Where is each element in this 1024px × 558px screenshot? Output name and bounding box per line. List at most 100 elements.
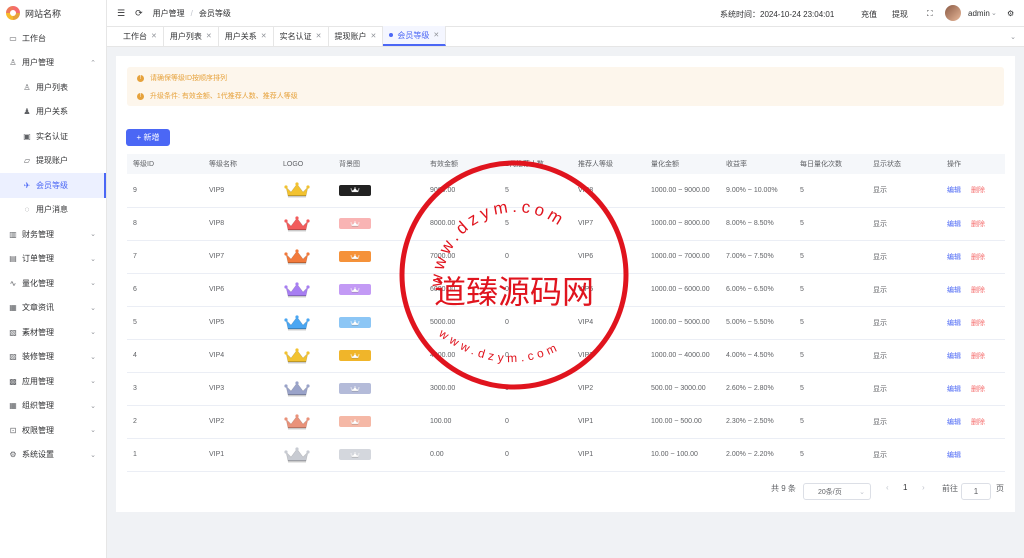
recharge-link[interactable]: 充值 <box>861 9 877 20</box>
sidebar-item[interactable]: ▣ 实名认证 <box>0 124 106 149</box>
sidebar-item[interactable]: ▱ 提现账户 <box>0 149 106 174</box>
sidebar-item[interactable]: ◌ 用户消息 <box>0 198 106 223</box>
prev-page-icon[interactable]: ‹ <box>886 483 889 492</box>
chevron-down-icon[interactable]: ⌄ <box>1010 33 1016 41</box>
edit-link[interactable]: 编辑 <box>947 419 961 426</box>
brand[interactable]: 网站名称 <box>0 0 106 26</box>
table-cell: 3000.00 <box>424 372 499 406</box>
fullscreen-icon[interactable]: ⛶ <box>927 9 933 19</box>
table-cell: 8000.00 <box>424 207 499 241</box>
sidebar-item[interactable]: ⚙ 系统设置 ⌄ <box>0 443 106 468</box>
table-cell: 0 <box>499 405 572 439</box>
actions-cell: 编辑 删除 <box>941 273 1005 307</box>
close-icon[interactable]: ✕ <box>316 32 322 40</box>
crown-logo <box>350 385 360 392</box>
page-size-select[interactable]: 20条/页 ⌄ <box>803 483 871 500</box>
add-button[interactable]: + 新增 <box>126 129 170 146</box>
news-icon: ▦ <box>9 303 17 313</box>
next-page-icon[interactable]: › <box>922 483 925 492</box>
chevron-up-icon: ⌃ <box>90 59 96 67</box>
crown-logo <box>350 187 360 193</box>
table-cell: VIP3 <box>572 339 645 373</box>
sidebar-item[interactable]: ▧ 素材管理 ⌄ <box>0 320 106 345</box>
page-number[interactable]: 1 <box>903 483 907 492</box>
close-icon[interactable]: ✕ <box>151 32 157 40</box>
sidebar-item[interactable]: ∿ 量化管理 ⌄ <box>0 271 106 296</box>
background-cell <box>333 207 424 241</box>
column-header: 每日量化次数 <box>794 154 867 174</box>
edit-link[interactable]: 编辑 <box>947 386 961 393</box>
sidebar-item[interactable]: ▤ 订单管理 ⌄ <box>0 247 106 272</box>
chevron-down-icon[interactable]: ⌄ <box>991 9 997 17</box>
refresh-icon[interactable]: ⟳ <box>135 8 143 19</box>
sidebar-item[interactable]: ♙ 用户管理 ⌃ <box>0 51 106 76</box>
tab[interactable]: 用户列表 ✕ <box>164 26 219 46</box>
table-cell: 显示 <box>867 438 941 472</box>
delete-link[interactable]: 删除 <box>971 419 985 426</box>
table-cell: 5 <box>794 207 867 241</box>
tab-label: 实名认证 <box>279 31 312 41</box>
sidebar-menu: ▭ 工作台 ♙ 用户管理 ⌃ ♙ 用户列表 ♟ 用户关系 ▣ 实名认证 ▱ 提现账户 ✈ 会员等级 ◌ 用户消息… <box>0 26 106 467</box>
sidebar-item[interactable]: ▦ 文章资讯 ⌄ <box>0 296 106 321</box>
table-cell: 1000.00 ~ 7000.00 <box>645 240 720 274</box>
close-icon[interactable]: ✕ <box>261 32 267 40</box>
sidebar-item[interactable]: ⊡ 权限管理 ⌄ <box>0 418 106 443</box>
edit-link[interactable]: 编辑 <box>947 320 961 327</box>
avatar[interactable] <box>945 5 961 21</box>
tab[interactable]: 用户关系 ✕ <box>219 26 274 46</box>
breadcrumb-item[interactable]: 用户管理 <box>153 9 185 18</box>
delete-link[interactable]: 删除 <box>971 287 985 294</box>
sidebar-item[interactable]: ♟ 用户关系 <box>0 100 106 125</box>
sidebar-item[interactable]: ▨ 装修管理 ⌄ <box>0 345 106 370</box>
sidebar-item[interactable]: ✈ 会员等级 <box>0 173 106 198</box>
gear-icon[interactable]: ⚙ <box>1007 9 1014 18</box>
background-thumbnail <box>339 251 371 262</box>
close-icon[interactable]: ✕ <box>206 32 212 40</box>
background-thumbnail <box>339 383 371 394</box>
user-name[interactable]: admin <box>968 9 990 18</box>
edit-link[interactable]: 编辑 <box>947 287 961 294</box>
delete-link[interactable]: 删除 <box>971 187 985 194</box>
edit-link[interactable]: 编辑 <box>947 452 961 459</box>
close-icon[interactable]: ✕ <box>433 31 439 39</box>
edit-link[interactable]: 编辑 <box>947 353 961 360</box>
table-cell: 显示 <box>867 273 941 307</box>
edit-link[interactable]: 编辑 <box>947 254 961 261</box>
delete-link[interactable]: 删除 <box>971 353 985 360</box>
sidebar-item[interactable]: ▭ 工作台 <box>0 26 106 51</box>
delete-link[interactable]: 删除 <box>971 320 985 327</box>
actions-cell: 编辑 删除 <box>941 306 1005 340</box>
table-cell: 1000.00 ~ 5000.00 <box>645 306 720 340</box>
warning-icon: ! <box>137 74 144 82</box>
sidebar-item-label: 用户关系 <box>36 107 68 117</box>
edit-link[interactable]: 编辑 <box>947 187 961 194</box>
sidebar-item[interactable]: ▥ 财务管理 ⌄ <box>0 222 106 247</box>
table-row: 2 VIP2 100.00 0 VIP1 100.00 ~ 500.00 2.30% ~ 2… <box>127 405 1005 439</box>
tab[interactable]: 提现账户 ✕ <box>329 26 384 46</box>
sidebar-item[interactable]: ▦ 组织管理 ⌄ <box>0 394 106 419</box>
withdraw-link[interactable]: 提现 <box>892 9 908 20</box>
menu-fold-icon[interactable]: ☰ <box>117 8 125 19</box>
tab[interactable]: 工作台 ✕ <box>117 26 164 46</box>
delete-link[interactable]: 删除 <box>971 254 985 261</box>
apps-icon: ▩ <box>9 376 17 386</box>
tab[interactable]: 会员等级 ✕ <box>383 26 447 46</box>
background-thumbnail <box>339 416 371 427</box>
sidebar-item[interactable]: ▩ 应用管理 ⌄ <box>0 369 106 394</box>
sidebar-item-label: 工作台 <box>22 33 46 43</box>
chevron-down-icon: ⌄ <box>90 378 96 386</box>
edit-link[interactable]: 编辑 <box>947 221 961 228</box>
background-thumbnail <box>339 218 371 229</box>
table-cell: 0.00 <box>424 438 499 472</box>
table-cell: 0 <box>499 240 572 274</box>
sidebar-item-label: 量化管理 <box>22 278 54 288</box>
goto-page-input[interactable] <box>961 483 991 500</box>
system-time: 系统时间：2024-10-24 23:04:01 <box>720 10 835 19</box>
table-cell: 1000.00 ~ 8000.00 <box>645 207 720 241</box>
sidebar-item[interactable]: ♙ 用户列表 <box>0 75 106 100</box>
tab[interactable]: 实名认证 ✕ <box>274 26 329 46</box>
delete-link[interactable]: 删除 <box>971 386 985 393</box>
page-size-value: 20条/页 <box>818 488 842 496</box>
delete-link[interactable]: 删除 <box>971 221 985 228</box>
close-icon[interactable]: ✕ <box>371 32 377 40</box>
